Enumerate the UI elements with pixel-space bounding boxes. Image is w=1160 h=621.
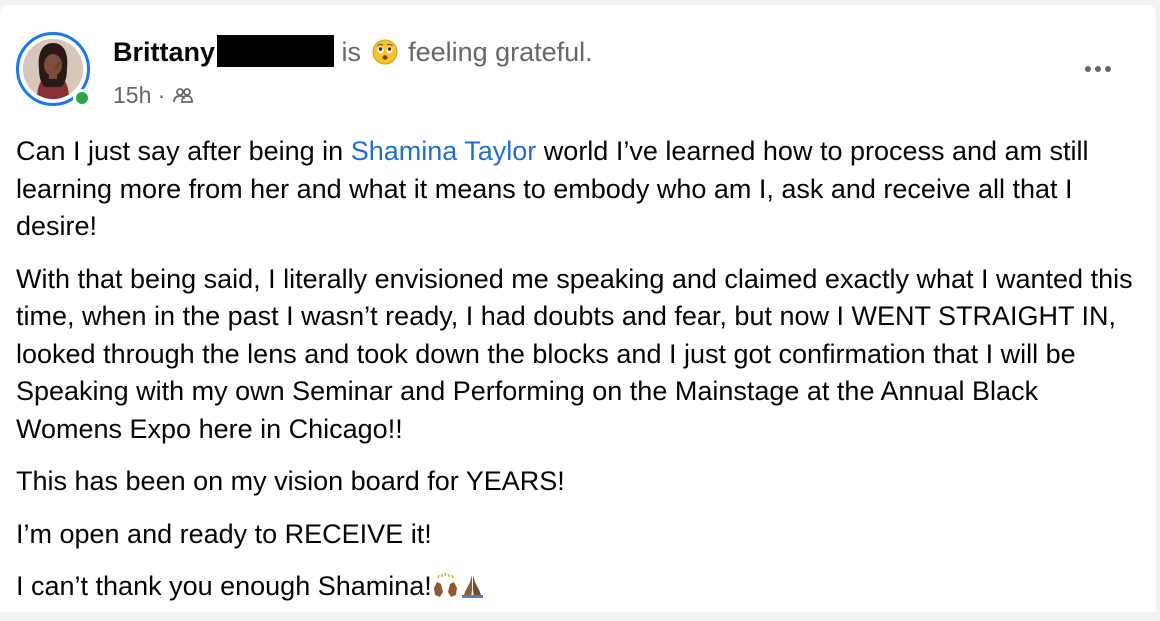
post-card: Brittany is feeling grateful. 15h · Can …	[0, 5, 1156, 612]
paragraph-1: Can I just say after being in Shamina Ta…	[16, 133, 1146, 246]
post-text: Can I just say after being in Shamina Ta…	[16, 133, 1146, 621]
paragraph-3: This has been on my vision board for YEA…	[16, 466, 565, 496]
mention-link[interactable]: Shamina Taylor	[351, 136, 537, 166]
author-name[interactable]: Brittany	[113, 37, 215, 67]
meta-separator: ·	[157, 82, 166, 108]
p5-text: I can’t thank you enough Shamina!	[16, 571, 432, 601]
feeling-text[interactable]: feeling grateful.	[408, 37, 593, 67]
paragraph-5: I can’t thank you enough Shamina!	[16, 568, 1146, 606]
more-options-icon[interactable]	[1078, 54, 1118, 84]
p1-before: Can I just say after being in	[16, 136, 351, 166]
dot	[1105, 66, 1111, 72]
dot	[1095, 66, 1101, 72]
raising-hands-icon	[432, 572, 459, 599]
dot	[1085, 66, 1091, 72]
author-avatar[interactable]	[16, 32, 96, 112]
online-status-dot	[73, 89, 91, 107]
activity-prefix: is	[341, 37, 362, 67]
post-header-line: Brittany is feeling grateful.	[113, 35, 593, 69]
friends-audience-icon[interactable]	[172, 84, 194, 106]
paragraph-2: With that being said, I literally envisi…	[16, 263, 1133, 444]
paragraph-4: I’m open and ready to RECEIVE it!	[16, 518, 432, 549]
avatar-photo	[23, 39, 83, 99]
redacted-surname	[217, 35, 335, 67]
post-meta: 15h ·	[113, 81, 194, 109]
grateful-face-icon	[372, 39, 398, 65]
praying-hands-icon	[459, 572, 486, 599]
post-timestamp[interactable]: 15h	[113, 82, 151, 108]
